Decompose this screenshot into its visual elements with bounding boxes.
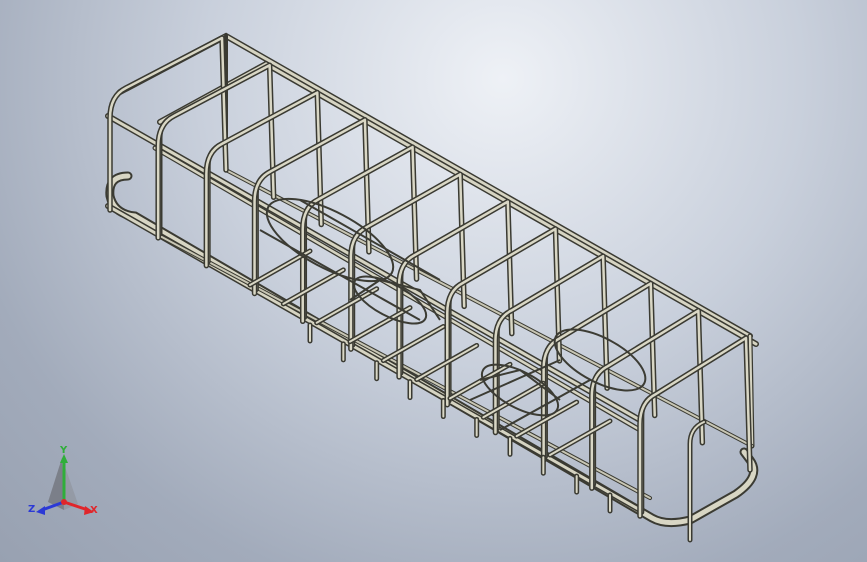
triad-x-label: X — [90, 505, 98, 516]
frame-model[interactable] — [0, 0, 867, 562]
floor-bar-7-highlight — [449, 363, 511, 400]
graphics-viewport[interactable]: Y X Z — [0, 0, 867, 562]
floor-bar-10-highlight — [549, 420, 611, 456]
coordinate-triad: Y X Z — [26, 446, 106, 526]
lower-rails — [105, 34, 755, 513]
triad-y-label: Y — [60, 445, 68, 456]
floor-bar-5-highlight — [382, 325, 445, 362]
floor-bar-2-highlight — [282, 268, 345, 305]
floor-bar-3-highlight — [315, 287, 378, 324]
floor-bar-8-highlight — [482, 382, 545, 419]
triad-z-label: Z — [28, 504, 36, 515]
